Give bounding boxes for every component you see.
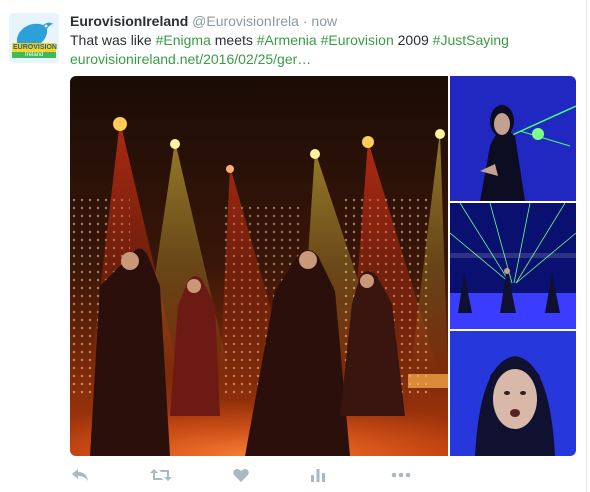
text-part: meets: [210, 32, 257, 48]
timestamp[interactable]: now: [311, 13, 337, 29]
stage-photo-thumb-3[interactable]: [450, 331, 576, 456]
more-button[interactable]: [386, 462, 416, 488]
stage-photo-thumb-2[interactable]: [450, 203, 576, 329]
header-separator: ·: [302, 13, 308, 29]
right-border: [586, 0, 587, 492]
analytics-button[interactable]: [303, 462, 333, 488]
reply-icon: [72, 469, 88, 481]
heart-icon: [233, 468, 249, 482]
retweet-button[interactable]: [146, 462, 176, 488]
like-button[interactable]: [226, 462, 256, 488]
avatar[interactable]: EUROVISION Ireland: [9, 13, 59, 63]
retweet-icon: [150, 469, 172, 481]
reply-button[interactable]: [65, 462, 95, 488]
stage-photo-main[interactable]: [70, 76, 448, 456]
hashtag-eurovision[interactable]: #Eurovision: [321, 32, 394, 48]
tweet-card: EUROVISION Ireland EurovisionIreland @Eu…: [0, 0, 590, 492]
tweet-link[interactable]: eurovisionireland.net/2016/02/25/ger…: [70, 51, 311, 67]
author-name[interactable]: EurovisionIreland: [70, 13, 188, 29]
tweet-actions: [70, 462, 430, 488]
avatar-brand-text: EUROVISION: [13, 44, 57, 51]
hashtag-justsaying[interactable]: #JustSaying: [433, 32, 509, 48]
hashtag-armenia[interactable]: #Armenia: [257, 32, 317, 48]
tweet-text: That was like #Enigma meets #Armenia #Eu…: [70, 31, 570, 69]
media-grid: [70, 76, 576, 456]
text-part: That was like: [70, 32, 156, 48]
avatar-brand-subtext: Ireland: [25, 52, 44, 58]
tweet-header: EurovisionIreland @EurovisionIrela · now: [70, 12, 337, 30]
author-handle[interactable]: @EurovisionIrela: [192, 13, 299, 29]
text-part: 2009: [393, 32, 433, 48]
hashtag-enigma[interactable]: #Enigma: [156, 32, 211, 48]
stage-photo-thumb-1[interactable]: [450, 76, 576, 201]
more-icon: [391, 472, 411, 478]
bar-chart-icon: [311, 469, 325, 482]
